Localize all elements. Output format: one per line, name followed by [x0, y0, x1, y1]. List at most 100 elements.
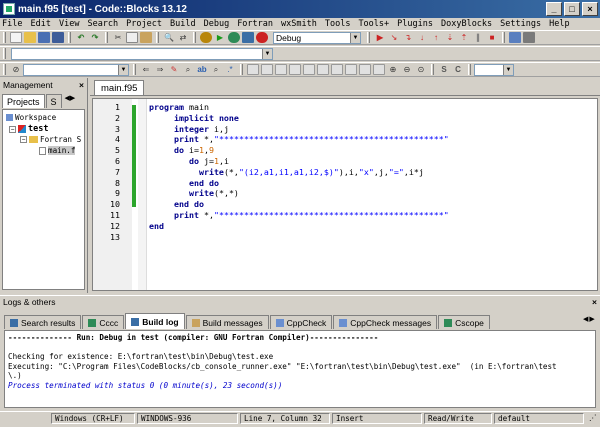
forward-icon[interactable]: ⇒ [154, 64, 166, 75]
next-instruction-icon[interactable]: ⇣ [444, 32, 456, 43]
chevron-down-icon[interactable]: ▼ [262, 48, 272, 59]
step-instruction-icon[interactable]: ⇡ [458, 32, 470, 43]
rebuild-icon[interactable] [242, 32, 254, 43]
dialog-widget-icon[interactable] [359, 64, 371, 75]
menu-item-tools[interactable]: Tools+ [358, 19, 389, 29]
chevron-down-icon[interactable]: ▼ [350, 32, 360, 43]
code-line[interactable]: 11 print *,"****************************… [93, 210, 597, 221]
menu-item-doxyblocks[interactable]: DoxyBlocks [441, 19, 492, 29]
debug-run-icon[interactable]: ▶ [374, 32, 386, 43]
debug-windows-icon[interactable] [509, 32, 521, 43]
tab-scroll-right-icon[interactable]: ▶ [70, 94, 75, 108]
button-widget-icon[interactable] [261, 64, 273, 75]
tab-scroll-right-icon[interactable]: ▶ [589, 315, 594, 323]
image-widget-icon[interactable] [275, 64, 287, 75]
menu-item-tools[interactable]: Tools [325, 19, 351, 29]
resize-grip-icon[interactable]: ⋰ [586, 413, 599, 424]
open-folder-icon[interactable] [24, 32, 36, 43]
menu-item-view[interactable]: View [59, 19, 79, 29]
symbol-select[interactable]: ▼ [23, 63, 129, 76]
step-into-icon[interactable]: ↓ [416, 32, 428, 43]
menu-item-wxsmith[interactable]: wxSmith [281, 19, 317, 29]
back-icon[interactable]: ⇐ [140, 64, 152, 75]
toolbar-grip[interactable] [3, 32, 6, 43]
new-file-icon[interactable] [10, 32, 22, 43]
zoom-fit-icon[interactable]: ⊙ [415, 64, 427, 75]
tab-cppcheck-messages[interactable]: CppCheck messages [333, 315, 438, 329]
code-line[interactable]: 6 do j=1,i [93, 156, 597, 167]
list-widget-icon[interactable] [289, 64, 301, 75]
tree-item-folder[interactable]: − Fortran S [20, 135, 81, 144]
frame-widget-icon[interactable] [345, 64, 357, 75]
menu-item-file[interactable]: File [2, 19, 22, 29]
symbol-s-icon[interactable]: S [438, 64, 450, 75]
zoom-out-icon[interactable]: ⊖ [401, 64, 413, 75]
chevron-down-icon[interactable]: ▼ [118, 64, 128, 75]
close-icon[interactable]: × [79, 80, 84, 90]
code-line[interactable]: 3 integer i,j [93, 124, 597, 135]
code-line[interactable]: 10 end do [93, 199, 597, 210]
code-line[interactable]: 1 program main [93, 102, 597, 113]
info-icon[interactable] [523, 32, 535, 43]
build-run-icon[interactable] [228, 32, 240, 43]
tab-projects[interactable]: Projects [2, 94, 45, 108]
abort-icon[interactable] [256, 32, 268, 43]
close-button[interactable]: × [582, 2, 598, 16]
select-icon[interactable] [247, 64, 259, 75]
close-icon[interactable]: × [592, 297, 597, 307]
save-icon[interactable] [38, 32, 50, 43]
text-widget-icon[interactable] [331, 64, 343, 75]
build-target-select[interactable]: Debug ▼ [273, 31, 361, 44]
menu-item-edit[interactable]: Edit [30, 19, 50, 29]
menu-item-build[interactable]: Build [170, 19, 196, 29]
search-icon[interactable]: ⌕ [182, 64, 194, 75]
find-icon[interactable]: 🔍 [163, 32, 175, 43]
run-to-cursor-icon[interactable]: ↘ [388, 32, 400, 43]
options-select[interactable]: ▼ [474, 63, 514, 76]
code-line[interactable]: 8 end do [93, 178, 597, 189]
menu-item-fortran[interactable]: Fortran [237, 19, 273, 29]
doxy-icon[interactable]: ⊘ [10, 64, 22, 75]
build-log-output[interactable]: -------------- Run: Debug in test (compi… [4, 330, 596, 408]
tab-symbols[interactable]: S [45, 94, 62, 108]
menu-item-settings[interactable]: Settings [500, 19, 541, 29]
regex-icon[interactable]: .* [224, 64, 236, 75]
panel-widget-icon[interactable] [317, 64, 329, 75]
code-editor[interactable]: 1 program main 2 implicit none 3 integer i,… [92, 98, 598, 291]
menu-item-plugins[interactable]: Plugins [397, 19, 433, 29]
tab-cscope[interactable]: Cscope [438, 315, 490, 329]
copy-icon[interactable] [126, 32, 138, 43]
tree-item-project[interactable]: − test [9, 124, 48, 134]
paste-icon[interactable] [140, 32, 152, 43]
code-line[interactable]: 5 do i=1,9 [93, 145, 597, 156]
cut-icon[interactable]: ✂ [112, 32, 124, 43]
tab-main-f95[interactable]: main.f95 [94, 80, 145, 95]
tab-build-messages[interactable]: Build messages [185, 315, 269, 329]
undo-icon[interactable]: ↶ [75, 32, 87, 43]
collapse-icon[interactable]: − [20, 136, 27, 143]
menu-item-search[interactable]: Search [87, 19, 118, 29]
tab-scroll-left-icon[interactable]: ◀ [583, 315, 588, 323]
collapse-icon[interactable]: − [9, 125, 16, 133]
abc-icon[interactable]: ab [196, 64, 208, 75]
build-gear-icon[interactable] [200, 32, 212, 43]
redo-icon[interactable]: ↷ [89, 32, 101, 43]
scope-select[interactable]: ▼ [11, 47, 273, 60]
replace-icon[interactable]: ⇄ [177, 32, 189, 43]
code-line[interactable]: 2 implicit none [93, 113, 597, 124]
highlight-icon[interactable]: ✎ [168, 64, 180, 75]
tree-item-file[interactable]: main.f [39, 146, 76, 155]
next-line-icon[interactable]: ↴ [402, 32, 414, 43]
tab-build-log[interactable]: Build log [125, 313, 185, 329]
pause-icon[interactable]: ∥ [472, 32, 484, 43]
code-line[interactable]: 9 write(*,*) [93, 188, 597, 199]
code-line[interactable]: 13 [93, 232, 597, 243]
tab-cccc[interactable]: Cccc [82, 315, 125, 329]
code-line[interactable]: 4 print *,"*****************************… [93, 134, 597, 145]
tree-item-workspace[interactable]: Workspace [6, 113, 56, 122]
tab-search-results[interactable]: Search results [4, 315, 82, 329]
code-line[interactable]: 7 write(*,"(i2,a1,i1,a1,i2,$)"),i,"x",j,… [93, 167, 597, 178]
menu-item-debug[interactable]: Debug [204, 19, 230, 29]
box-widget-icon[interactable] [373, 64, 385, 75]
zoom-in-icon[interactable]: ⊕ [387, 64, 399, 75]
